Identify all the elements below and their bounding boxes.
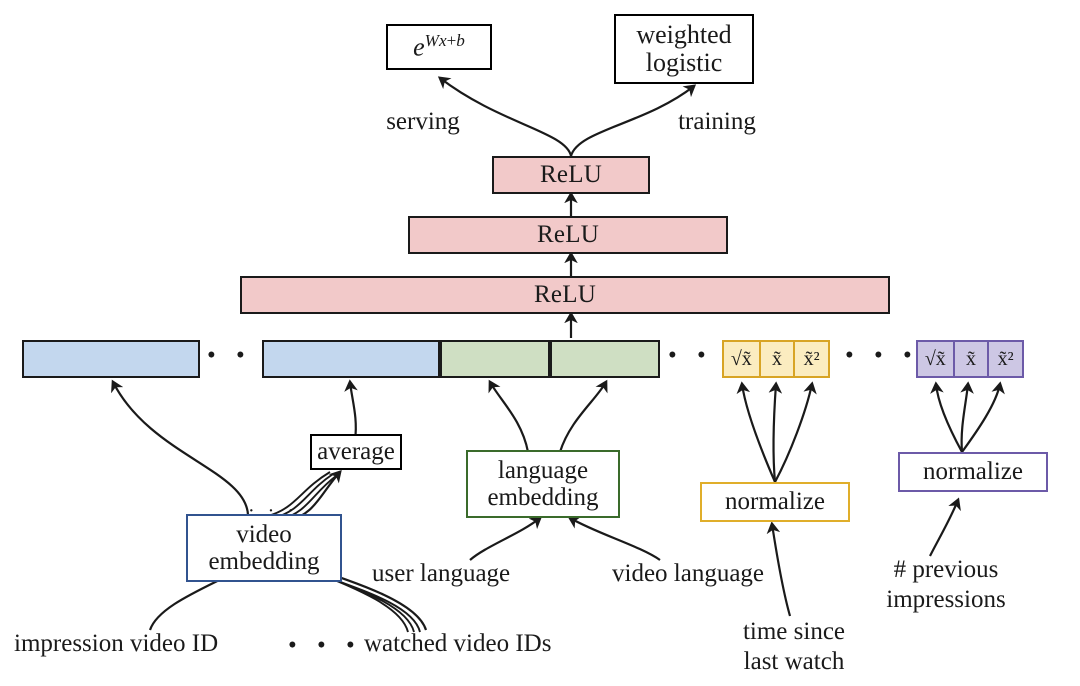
training-output-line2: logistic	[645, 48, 723, 77]
training-output-box[interactable]: weighted logistic	[614, 14, 754, 84]
feature-block-video-language-embedding[interactable]	[550, 340, 660, 378]
edge-video-embedding-to-impression-block	[111, 379, 250, 516]
serving-edge-label: serving	[386, 108, 460, 135]
impression-video-id-caption: impression video ID	[14, 630, 219, 657]
edge-normalize-time-to-cell-3	[774, 381, 817, 483]
video-embedding-operation-box[interactable]: video embedding	[186, 514, 342, 582]
feature-block-time-since-last-watch[interactable]: √x̃ x̃ x̃²	[722, 340, 830, 378]
serving-output-box[interactable]: eWx+b	[386, 24, 492, 70]
cell-sqrt-x-tilde-impressions: √x̃	[924, 347, 946, 370]
previous-impressions-caption-line2: impressions	[886, 586, 1006, 613]
feature-block-user-language-embedding[interactable]	[440, 340, 550, 378]
edge-normalize-impressions-to-cell-1	[930, 381, 963, 453]
language-embedding-line2: embedding	[487, 484, 599, 511]
edge-video-language-to-language-embedding	[567, 516, 661, 561]
normalize-time-operation-box[interactable]: normalize	[700, 482, 850, 522]
relu-layer-bottom[interactable]: ReLU	[240, 276, 890, 314]
edge-user-language-to-language-embedding	[469, 516, 543, 561]
previous-impressions-caption-line1: # previous	[893, 556, 999, 583]
user-language-caption: user language	[372, 560, 511, 587]
cell-x-tilde-time: x̃	[758, 342, 794, 376]
language-embedding-line1: language	[497, 456, 589, 484]
time-since-last-watch-caption-line1: time since	[742, 618, 846, 645]
edge-average-to-watched-block	[344, 379, 358, 441]
edge-normalize-impressions-to-cell-2	[960, 381, 974, 453]
cell-x-tilde-squared-impressions: x̃²	[987, 342, 1022, 376]
normalize-impressions-operation-box[interactable]: normalize	[898, 452, 1048, 492]
cell-x-tilde-impressions: x̃	[952, 342, 988, 376]
cell-sqrt-x-tilde-time: √x̃	[730, 347, 752, 370]
edge-language-embedding-to-user-language-block	[488, 379, 530, 453]
edge-language-embedding-to-video-language-block	[558, 379, 608, 453]
language-embedding-operation-box[interactable]: language embedding	[466, 450, 620, 518]
relu-bottom-label: ReLU	[534, 281, 596, 308]
video-embedding-line2: embedding	[208, 548, 320, 575]
video-language-caption: video language	[612, 560, 765, 587]
edge-normalize-time-to-cell-1	[736, 381, 777, 483]
relu-middle-label: ReLU	[537, 221, 599, 248]
video-embedding-ellipsis: · · ·	[248, 500, 298, 522]
inputs-ellipsis: • • •	[288, 632, 362, 659]
training-output-line1: weighted	[636, 19, 732, 49]
serving-output-formula: eWx+b	[413, 31, 465, 62]
average-operation-box[interactable]: average	[310, 434, 402, 470]
watched-video-ids-caption: watched video IDs	[364, 630, 552, 657]
edge-normalize-time-to-cell-2	[768, 381, 783, 483]
video-embedding-line1: video	[236, 520, 292, 548]
normalize-time-label: normalize	[725, 488, 825, 516]
relu-layer-top[interactable]: ReLU	[492, 156, 650, 194]
time-since-last-watch-caption-line2: last watch	[743, 648, 845, 675]
relu-top-label: ReLU	[540, 161, 602, 188]
feature-block-previous-impressions[interactable]: √x̃ x̃ x̃²	[916, 340, 1024, 378]
diagram-canvas: eWx+b weighted logistic serving training…	[0, 0, 1080, 686]
normalize-impressions-label: normalize	[923, 458, 1023, 486]
training-edge-label: training	[678, 108, 756, 135]
edge-time-caption-to-normalize	[766, 521, 792, 617]
feature-row-ellipsis-3: • • •	[845, 342, 919, 369]
cell-x-tilde-squared-time: x̃²	[793, 342, 828, 376]
average-label: average	[317, 438, 395, 466]
relu-layer-middle[interactable]: ReLU	[408, 216, 728, 254]
feature-block-impression-video-embedding[interactable]	[22, 340, 200, 378]
edge-impressions-caption-to-normalize	[929, 497, 961, 557]
feature-block-watched-videos-embedding[interactable]	[262, 340, 440, 378]
